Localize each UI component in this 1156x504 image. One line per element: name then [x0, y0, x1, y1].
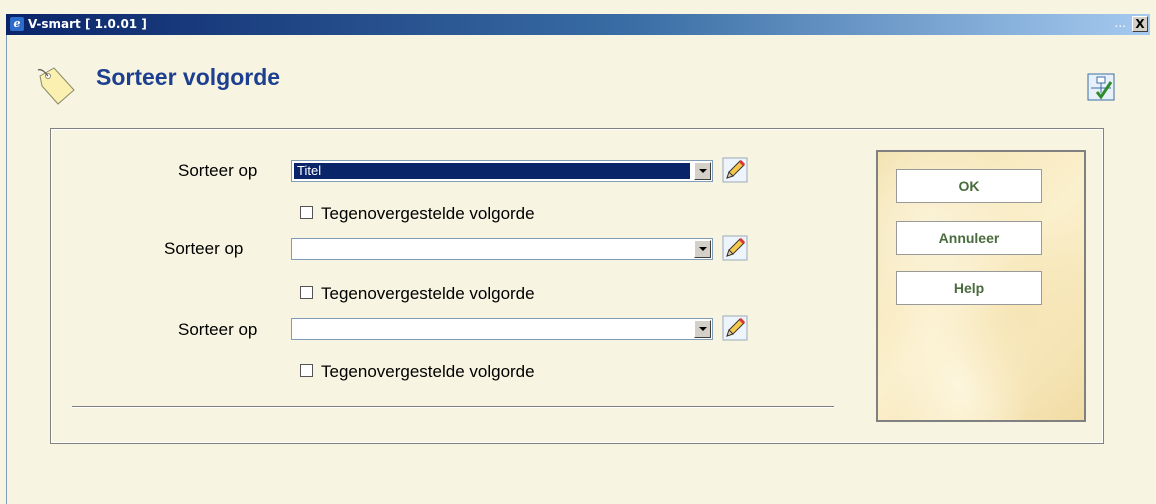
- reverse-order-label-3: Tegenovergestelde volgorde: [321, 362, 535, 381]
- tag-icon: [37, 67, 75, 105]
- close-button[interactable]: X: [1132, 16, 1148, 32]
- reverse-order-label-1: Tegenovergestelde volgorde: [321, 204, 535, 223]
- checkbox-3[interactable]: [300, 364, 313, 378]
- sort-select-2-value: [294, 241, 300, 257]
- checkbox-1[interactable]: [300, 206, 313, 220]
- ok-button[interactable]: OK: [896, 169, 1042, 203]
- sort-select-2[interactable]: [291, 238, 713, 260]
- chevron-down-icon[interactable]: [694, 162, 711, 180]
- pencil-icon[interactable]: [722, 235, 748, 261]
- cancel-button[interactable]: Annuleer: [896, 221, 1042, 255]
- divider: [72, 406, 834, 408]
- checkbox-2[interactable]: [300, 286, 313, 300]
- chevron-down-icon[interactable]: [694, 320, 711, 338]
- button-panel: OK Annuleer Help: [876, 150, 1086, 422]
- tree-check-icon[interactable]: [1087, 73, 1115, 101]
- title-ellipsis: ...: [1114, 16, 1126, 30]
- reverse-order-1[interactable]: Tegenovergestelde volgorde: [300, 204, 535, 224]
- title-bar: e V-smart [ 1.0.01 ] ... X: [6, 14, 1150, 35]
- sort-label-2: Sorteer op: [164, 239, 244, 258]
- ie-icon: e: [10, 17, 24, 31]
- sort-select-3-value: [294, 321, 300, 337]
- reverse-order-2[interactable]: Tegenovergestelde volgorde: [300, 284, 535, 304]
- sort-label-1: Sorteer op: [178, 161, 258, 180]
- sort-select-1[interactable]: Titel: [291, 160, 713, 182]
- sort-select-3[interactable]: [291, 318, 713, 340]
- sort-select-1-value: Titel: [294, 163, 690, 179]
- sort-label-3: Sorteer op: [178, 320, 258, 339]
- chevron-down-icon[interactable]: [694, 240, 711, 258]
- pencil-icon[interactable]: [722, 315, 748, 341]
- reverse-order-3[interactable]: Tegenovergestelde volgorde: [300, 362, 535, 382]
- window-title: V-smart [ 1.0.01 ]: [28, 17, 147, 31]
- reverse-order-label-2: Tegenovergestelde volgorde: [321, 284, 535, 303]
- pencil-icon[interactable]: [722, 157, 748, 183]
- page-title: Sorteer volgorde: [96, 64, 281, 90]
- help-button[interactable]: Help: [896, 271, 1042, 305]
